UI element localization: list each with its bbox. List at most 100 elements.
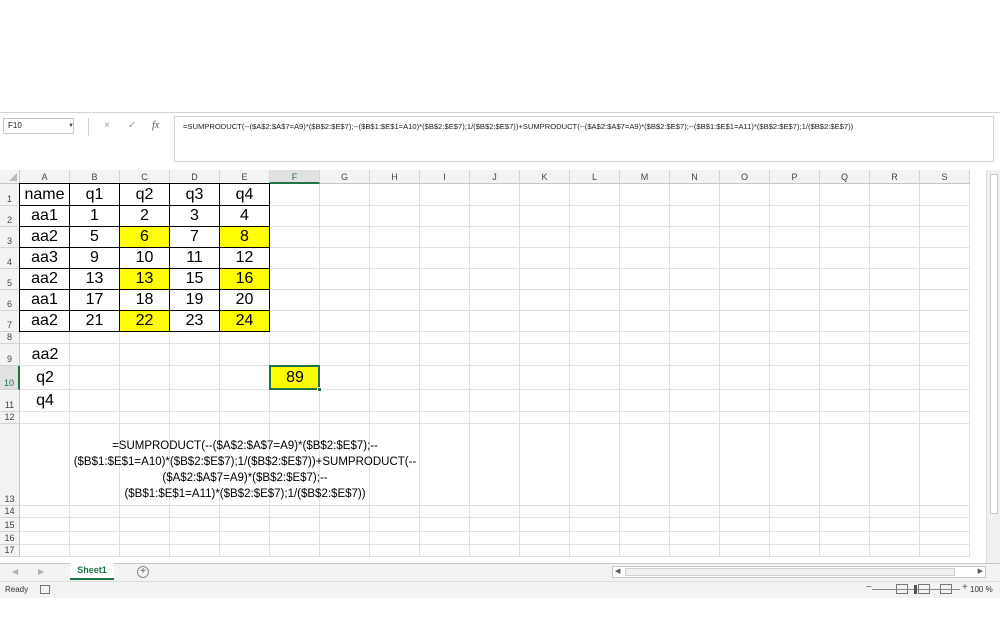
value-cell[interactable]: 24 [219, 310, 270, 332]
name-cell[interactable]: aa2 [19, 310, 70, 332]
name-cell[interactable]: aa2 [19, 268, 70, 290]
row-header-13[interactable]: 13 [0, 424, 20, 506]
column-header-o[interactable]: O [720, 170, 770, 184]
column-header-n[interactable]: N [670, 170, 720, 184]
zoom-out-icon[interactable]: − [866, 582, 872, 593]
formula-input[interactable]: =SUMPRODUCT(--($A$2:$A$7=A9)*($B$2:$E$7)… [174, 116, 994, 162]
zoom-slider-handle[interactable] [914, 585, 917, 594]
criteria-cell[interactable]: aa2 [20, 344, 70, 366]
name-box[interactable]: F10 ▼ [3, 118, 74, 134]
vertical-scrollbar[interactable] [986, 170, 1000, 563]
chevron-down-icon[interactable]: ▼ [68, 119, 74, 133]
column-header-r[interactable]: R [870, 170, 920, 184]
value-cell[interactable]: 6 [119, 226, 170, 248]
column-header-l[interactable]: L [570, 170, 620, 184]
column-header-m[interactable]: M [620, 170, 670, 184]
row-header-15[interactable]: 15 [0, 518, 20, 532]
scroll-thumb[interactable] [625, 568, 955, 576]
column-title-cell[interactable]: q1 [69, 183, 120, 206]
value-cell[interactable]: 23 [169, 310, 220, 332]
row-header-2[interactable]: 2 [0, 206, 20, 227]
column-title-cell[interactable]: q2 [119, 183, 170, 206]
zoom-level[interactable]: 100 % [970, 585, 993, 594]
column-header-s[interactable]: S [920, 170, 970, 184]
value-cell[interactable]: 18 [119, 289, 170, 311]
value-cell[interactable]: 2 [119, 205, 170, 227]
criteria-cell[interactable]: q2 [20, 366, 70, 390]
value-cell[interactable]: 8 [219, 226, 270, 248]
zoom-in-icon[interactable]: + [962, 582, 968, 593]
value-cell[interactable]: 22 [119, 310, 170, 332]
column-title-cell[interactable]: name [19, 183, 70, 206]
column-header-a[interactable]: A [20, 170, 70, 184]
column-header-d[interactable]: D [170, 170, 220, 184]
row-header-11[interactable]: 11 [0, 390, 20, 412]
column-header-i[interactable]: I [420, 170, 470, 184]
value-cell[interactable]: 1 [69, 205, 120, 227]
row-header-3[interactable]: 3 [0, 227, 20, 248]
row-header-9[interactable]: 9 [0, 344, 20, 366]
name-cell[interactable]: aa2 [19, 226, 70, 248]
scroll-left-icon[interactable]: ◀ [615, 567, 620, 577]
column-header-b[interactable]: B [70, 170, 120, 184]
row-header-7[interactable]: 7 [0, 311, 20, 332]
value-cell[interactable]: 13 [119, 268, 170, 290]
name-cell[interactable]: aa3 [19, 247, 70, 269]
sheet-tab-sheet1[interactable]: Sheet1 [70, 562, 114, 580]
row-header-6[interactable]: 6 [0, 290, 20, 311]
value-cell[interactable]: 5 [69, 226, 120, 248]
row-header-1[interactable]: 1 [0, 184, 20, 206]
horizontal-scrollbar[interactable]: ◀ ▶ [612, 566, 986, 578]
row-header-16[interactable]: 16 [0, 532, 20, 545]
value-cell[interactable]: 16 [219, 268, 270, 290]
column-header-j[interactable]: J [470, 170, 520, 184]
row-header-17[interactable]: 17 [0, 545, 20, 557]
scroll-right-icon[interactable]: ▶ [978, 567, 983, 577]
scroll-thumb[interactable] [990, 174, 998, 514]
value-cell[interactable]: 9 [69, 247, 120, 269]
value-cell[interactable]: 4 [219, 205, 270, 227]
add-sheet-icon[interactable]: + [137, 566, 149, 578]
worksheet-grid[interactable]: A B C D E F G H I J K L M N O P Q R S 1 2 3 4 5 6 7 8 9 10 11 12 13 14 15… [0, 170, 1000, 563]
value-cell[interactable]: 15 [169, 268, 220, 290]
macro-record-icon[interactable] [40, 585, 50, 594]
row-header-14[interactable]: 14 [0, 506, 20, 518]
formula-text-cell[interactable]: =SUMPRODUCT(--($A$2:$A$7=A9)*($B$2:$E$7)… [20, 438, 470, 502]
row-header-10[interactable]: 10 [0, 366, 20, 390]
column-header-f[interactable]: F [270, 170, 320, 184]
value-cell[interactable]: 17 [69, 289, 120, 311]
row-header-5[interactable]: 5 [0, 269, 20, 290]
value-cell[interactable]: 20 [219, 289, 270, 311]
select-all-corner[interactable] [0, 170, 20, 184]
column-title-cell[interactable]: q3 [169, 183, 220, 206]
enter-icon[interactable]: ✓ [128, 118, 136, 134]
next-sheet-icon[interactable]: ▶ [38, 563, 44, 581]
column-header-p[interactable]: P [770, 170, 820, 184]
column-header-c[interactable]: C [120, 170, 170, 184]
cancel-icon[interactable]: × [104, 118, 110, 134]
column-header-g[interactable]: G [320, 170, 370, 184]
column-header-q[interactable]: Q [820, 170, 870, 184]
column-header-e[interactable]: E [220, 170, 270, 184]
value-cell[interactable]: 11 [169, 247, 220, 269]
value-cell[interactable]: 3 [169, 205, 220, 227]
column-header-k[interactable]: K [520, 170, 570, 184]
name-cell[interactable]: aa1 [19, 205, 70, 227]
row-header-4[interactable]: 4 [0, 248, 20, 269]
insert-function-icon[interactable]: fx [152, 118, 159, 134]
value-cell[interactable]: 19 [169, 289, 220, 311]
value-cell[interactable]: 21 [69, 310, 120, 332]
row-header-8[interactable]: 8 [0, 332, 20, 344]
column-header-h[interactable]: H [370, 170, 420, 184]
value-cell[interactable]: 12 [219, 247, 270, 269]
name-cell[interactable]: aa1 [19, 289, 70, 311]
formula-text-line: ($B$1:$E$1=A11)*($B$2:$E$7);1/($B$2:$E$7… [124, 488, 366, 500]
criteria-cell[interactable]: q4 [20, 390, 70, 412]
column-title-cell[interactable]: q4 [219, 183, 270, 206]
fill-handle[interactable] [317, 387, 322, 392]
value-cell[interactable]: 13 [69, 268, 120, 290]
value-cell[interactable]: 7 [169, 226, 220, 248]
row-header-12[interactable]: 12 [0, 412, 20, 424]
value-cell[interactable]: 10 [119, 247, 170, 269]
prev-sheet-icon[interactable]: ◀ [12, 563, 18, 581]
